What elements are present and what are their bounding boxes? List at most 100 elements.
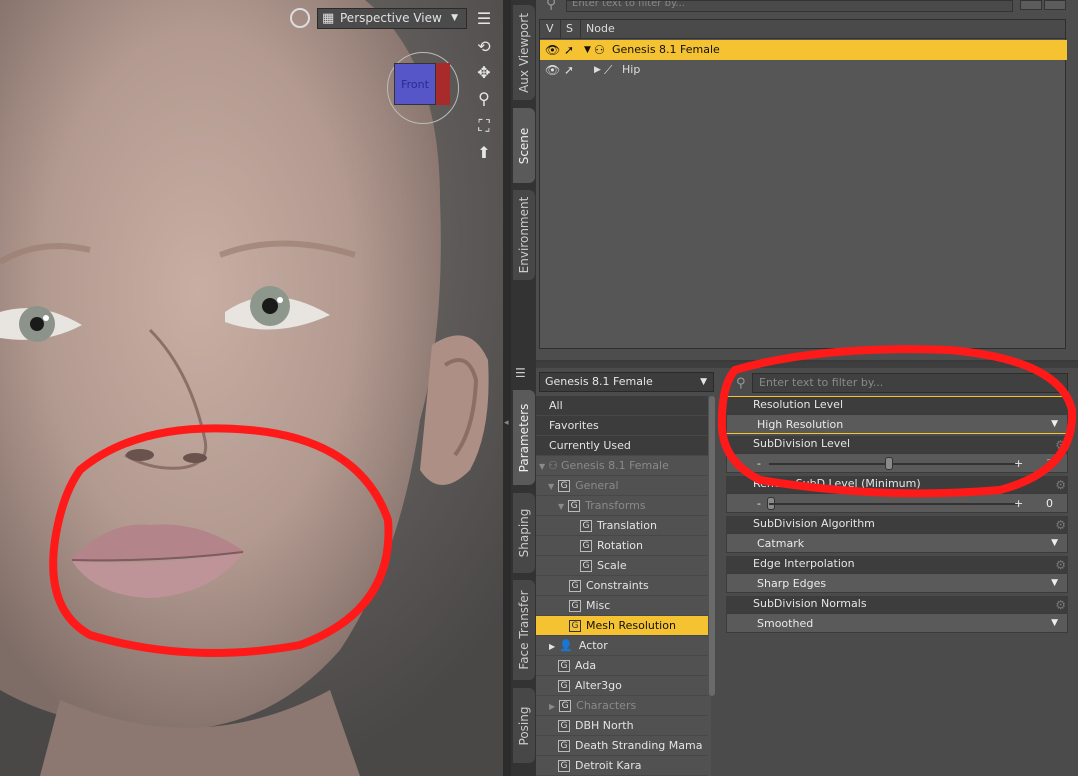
divider (580, 20, 581, 39)
gear-icon[interactable]: ⚙ (1055, 598, 1066, 612)
expand-arrow-icon[interactable]: ▼ (584, 40, 591, 60)
orbit-icon[interactable]: ⟲ (473, 36, 495, 58)
tab-parameters[interactable]: Parameters (513, 390, 535, 485)
column-selectable[interactable]: S (566, 20, 573, 38)
cube-front-face: Front (394, 63, 436, 105)
node-selector[interactable]: Genesis 8.1 Female ▼ (539, 372, 714, 392)
actor-icon: 👤 (559, 639, 573, 652)
search-icon: ⚲ (546, 0, 557, 12)
tree-item-all[interactable]: All (536, 396, 708, 416)
expand-arrow-icon[interactable]: ▶ (549, 642, 555, 651)
column-node[interactable]: Node (586, 20, 615, 38)
bottom-side-tabs: ☰ Parameters Shaping Face Transfer Posin… (511, 360, 536, 776)
expand-arrow-icon[interactable]: ▶ (594, 60, 601, 80)
tree-item-misc[interactable]: G Misc (536, 596, 708, 616)
tree-item-rotation[interactable]: G Rotation (536, 536, 708, 556)
scene-row[interactable]: 👁 ➚ ▶ ⟋ Hip (540, 60, 1067, 80)
tree-item-characters[interactable]: ▶ G Characters (536, 696, 708, 716)
tree-item-translation[interactable]: G Translation (536, 516, 708, 536)
scene-filter-input[interactable]: Enter text to filter by... (566, 0, 1013, 12)
group-icon: G (580, 520, 592, 532)
expand-arrow-icon[interactable]: ▶ (549, 702, 555, 711)
eye-icon[interactable]: 👁 (545, 40, 560, 60)
chevron-down-icon: ▼ (1051, 538, 1058, 548)
tree-item-mesh-resolution[interactable]: G Mesh Resolution (536, 616, 708, 636)
gear-icon[interactable]: ⚙ (1055, 518, 1066, 532)
draw-style-icon[interactable] (290, 8, 310, 28)
tree-item-constraints[interactable]: G Constraints (536, 576, 708, 596)
tree-item-general[interactable]: ▼ G General (536, 476, 708, 496)
tab-environment[interactable]: Environment (513, 190, 535, 280)
tree-item-alter3go[interactable]: G Alter3go (536, 676, 708, 696)
pointer-icon[interactable]: ➚ (564, 60, 574, 80)
tree-item-favorites[interactable]: Favorites (536, 416, 708, 436)
chevron-down-icon: ▼ (1051, 578, 1058, 588)
node-label: Genesis 8.1 Female (612, 43, 720, 56)
group-icon: G (580, 540, 592, 552)
expand-arrow-icon[interactable]: ▼ (548, 482, 554, 491)
property-label: SubDivision Algorithm (726, 516, 1068, 533)
tree-item-ada[interactable]: G Ada (536, 656, 708, 676)
navigation-cube[interactable]: Front (387, 52, 459, 124)
group-icon: G (558, 760, 570, 772)
property-label: SubDivision Normals (726, 596, 1068, 613)
pane-menu-icon[interactable]: ☰ (515, 366, 526, 380)
chevron-down-icon: ▼ (1051, 618, 1058, 628)
3d-viewport[interactable]: ▦ Perspective View ▼ ☰ Front ⟲ ✥ ⚲ ⛶ ⬆ (0, 0, 503, 776)
tree-item-currently-used[interactable]: Currently Used (536, 436, 708, 456)
node-label: Hip (622, 63, 641, 76)
column-visible[interactable]: V (546, 20, 554, 38)
pointer-icon[interactable]: ➚ (564, 40, 574, 60)
group-icon: G (568, 500, 581, 512)
group-icon: G (569, 580, 581, 592)
group-icon: G (569, 600, 581, 612)
scene-row[interactable]: 👁 ➚ ▼ ⚇ Genesis 8.1 Female (540, 40, 1067, 60)
gear-icon[interactable]: ⚙ (1055, 558, 1066, 572)
group-icon: G (558, 480, 571, 492)
tree-item-actor[interactable]: ▶ 👤 Actor (536, 636, 708, 656)
tab-posing[interactable]: Posing (513, 688, 535, 763)
group-icon: G (580, 560, 592, 572)
red-annotation-ring (717, 345, 1077, 498)
frame-icon[interactable]: ⛶ (473, 115, 495, 137)
figure-icon: ⚇ (548, 459, 559, 472)
pan-icon[interactable]: ✥ (473, 62, 495, 84)
tab-shaping[interactable]: Shaping (513, 493, 535, 573)
property-group-tree[interactable]: All Favorites Currently Used ▼ ⚇ Genesis 8… (536, 396, 715, 776)
edge-interpolation-dropdown[interactable]: Sharp Edges ▼ (726, 573, 1068, 593)
property-subdivision-algorithm[interactable]: SubDivision Algorithm ⚙ Catmark ▼ (726, 516, 1068, 553)
pane-divider[interactable]: ◂ (503, 0, 511, 776)
tree-item-scale[interactable]: G Scale (536, 556, 708, 576)
property-edge-interpolation[interactable]: Edge Interpolation ⚙ Sharp Edges ▼ (726, 556, 1068, 593)
tree-item-genesis[interactable]: ▼ ⚇ Genesis 8.1 Female (536, 456, 708, 476)
subdivision-algorithm-dropdown[interactable]: Catmark ▼ (726, 533, 1068, 553)
tab-face-transfer[interactable]: Face Transfer (513, 580, 535, 680)
tab-scene[interactable]: Scene (513, 108, 535, 183)
group-icon: G (559, 700, 572, 712)
eye-icon[interactable]: 👁 (545, 60, 560, 80)
tree-item-death-stranding-mama[interactable]: G Death Stranding Mama (536, 736, 708, 756)
prev-button[interactable] (1020, 0, 1042, 10)
reset-view-icon[interactable]: ⬆ (473, 142, 495, 164)
collapse-arrow-icon[interactable]: ◂ (504, 418, 509, 428)
tree-item-detroit-kara[interactable]: G Detroit Kara (536, 756, 708, 776)
next-button[interactable] (1044, 0, 1066, 10)
scene-node-list[interactable]: V S Node 👁 ➚ ▼ ⚇ Genesis 8.1 Female 👁 ➚ … (539, 19, 1067, 349)
view-selector-label: Perspective View (340, 11, 442, 25)
expand-arrow-icon[interactable]: ▼ (558, 502, 564, 511)
tab-aux-viewport[interactable]: Aux Viewport (513, 5, 535, 100)
group-icon: G (558, 680, 570, 692)
property-subdivision-normals[interactable]: SubDivision Normals ⚙ Smoothed ▼ (726, 596, 1068, 633)
grid-icon: ▦ (322, 11, 335, 26)
viewport-menu-icon[interactable]: ☰ (473, 8, 495, 30)
tree-item-dbh-north[interactable]: G DBH North (536, 716, 708, 736)
subdivision-normals-dropdown[interactable]: Smoothed ▼ (726, 613, 1068, 633)
tree-item-transforms[interactable]: ▼ G Transforms (536, 496, 708, 516)
group-icon: G (558, 660, 570, 672)
zoom-icon[interactable]: ⚲ (473, 88, 495, 110)
group-icon: G (558, 740, 570, 752)
cube-side-face (436, 63, 450, 105)
expand-arrow-icon[interactable]: ▼ (539, 462, 545, 471)
view-selector[interactable]: ▦ Perspective View ▼ (317, 8, 467, 29)
group-icon: G (558, 720, 570, 732)
